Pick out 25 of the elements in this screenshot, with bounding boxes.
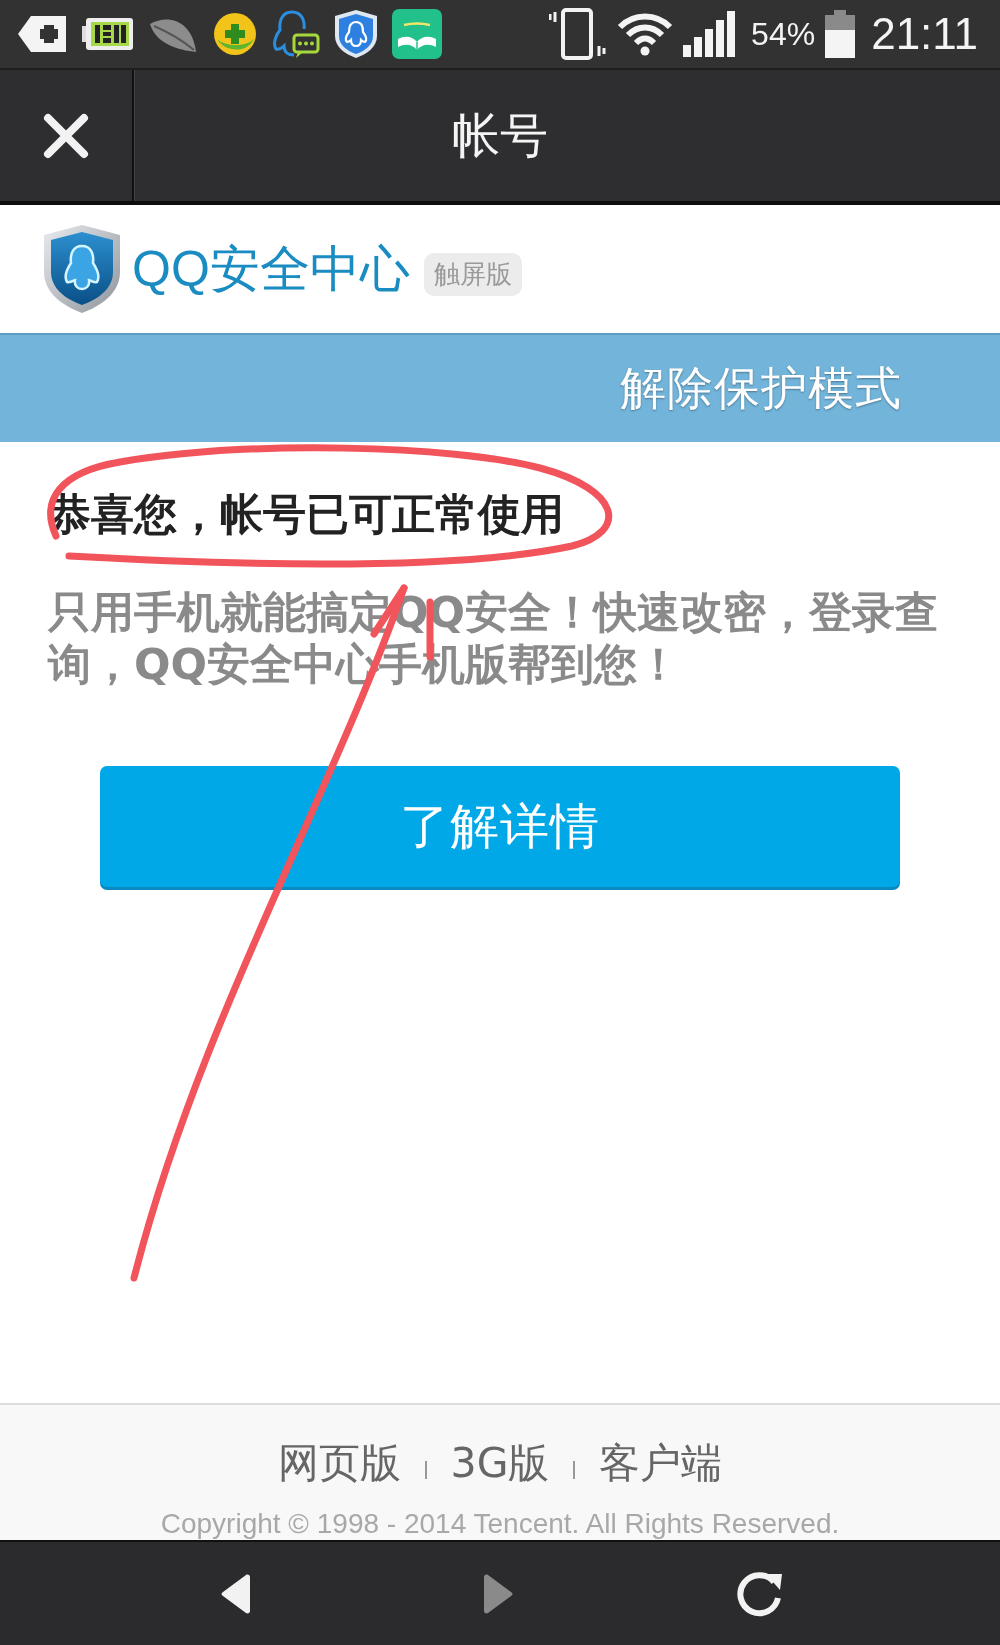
battery-icon xyxy=(825,10,856,58)
plus-tag-icon xyxy=(16,14,68,54)
version-badge: 触屏版 xyxy=(423,252,522,296)
plus-ball-icon xyxy=(212,11,258,57)
footer-link[interactable]: 客户端 xyxy=(599,1438,723,1488)
shield-logo-icon xyxy=(42,224,122,314)
copyright-text: Copyright © 1998 - 2014 Tencent. All Rights Reserved. xyxy=(160,1508,840,1540)
penguin-chat-icon xyxy=(272,9,320,59)
close-icon xyxy=(42,112,90,159)
footer-link[interactable]: 3G版 xyxy=(450,1438,550,1488)
lcd-battery-icon xyxy=(82,17,134,51)
penguin-shield-icon xyxy=(334,9,378,59)
footer-link[interactable]: 网页版 xyxy=(277,1438,401,1488)
refresh-icon xyxy=(736,1569,784,1618)
section-title: 解除保护模式 xyxy=(620,359,902,417)
brand-name: QQ安全中心 xyxy=(132,239,410,299)
book-tile-icon xyxy=(392,9,442,59)
forward-arrow-icon xyxy=(482,1573,514,1614)
battery-percent: 54% xyxy=(751,15,816,53)
vibrate-icon xyxy=(549,8,608,60)
wifi-icon xyxy=(617,12,674,56)
signal-icon xyxy=(683,11,738,57)
back-arrow-icon xyxy=(220,1573,252,1614)
page-title: 帐号 xyxy=(452,105,548,165)
clock-time: 21:11 xyxy=(871,9,978,59)
